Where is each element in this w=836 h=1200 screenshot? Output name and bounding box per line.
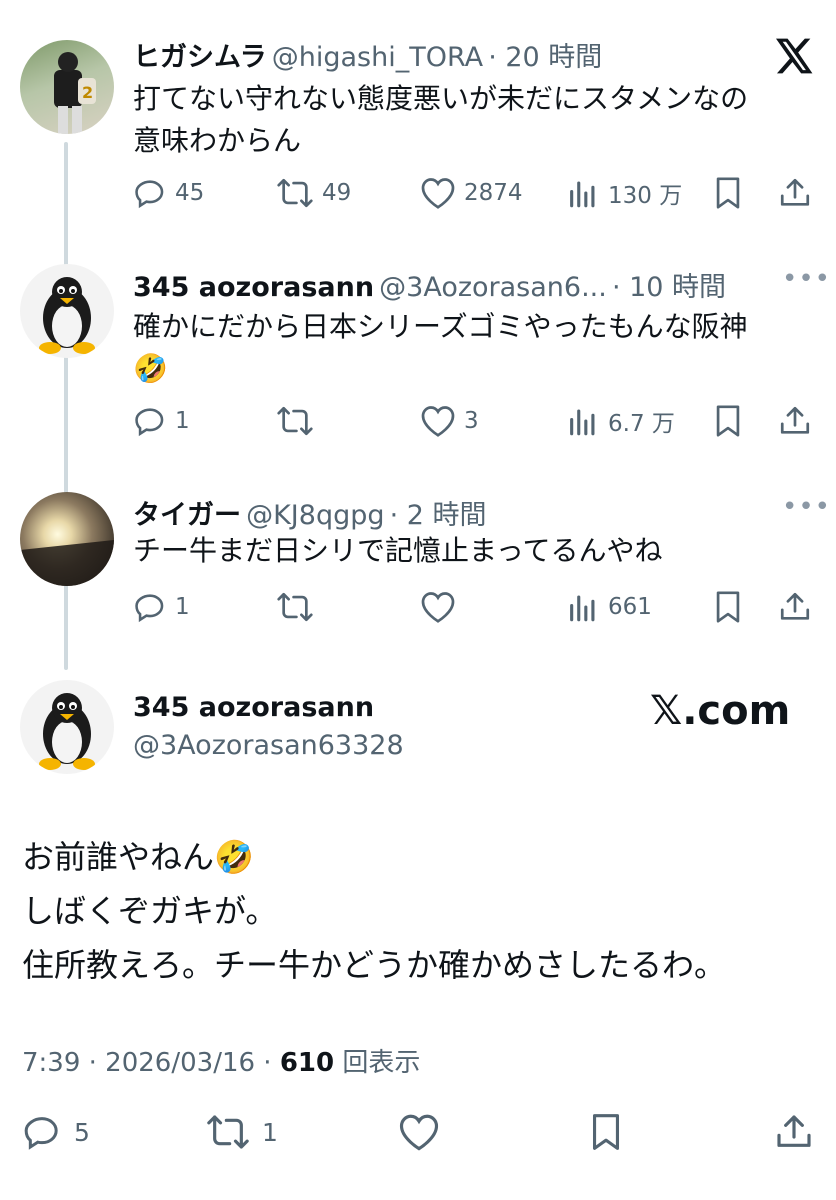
sunset-photo-image: [20, 540, 114, 586]
tweet-time[interactable]: · 20 時間: [488, 42, 602, 73]
share-button[interactable]: [778, 404, 812, 438]
share-icon: [780, 178, 810, 206]
analytics-icon: [570, 181, 595, 208]
tweet-time[interactable]: · 2 時間: [390, 500, 487, 531]
views-count: 6.7 万: [608, 411, 675, 437]
like-button[interactable]: 3: [420, 404, 479, 438]
reply-button[interactable]: 1: [133, 590, 190, 624]
analytics-icon: [570, 595, 595, 622]
x-com-watermark: 𝕏.com: [650, 688, 791, 734]
tweet-text-line: 確かにだから日本シリーズゴミやったもんな阪神: [133, 310, 748, 343]
like-button-main[interactable]: [398, 1112, 440, 1152]
main-view-label: 回表示: [334, 1048, 421, 1078]
retweet-button[interactable]: 49: [276, 176, 351, 210]
tweet-author-name[interactable]: 345 aozorasann: [133, 272, 374, 303]
more-options-icon[interactable]: •••: [782, 264, 831, 294]
tweet-author-handle[interactable]: @KJ8qgpg: [246, 500, 384, 531]
avatar-penguin[interactable]: [20, 264, 114, 358]
views-count: 130 万: [608, 183, 683, 209]
svg-text:2: 2: [82, 83, 93, 102]
bookmark-icon: [716, 405, 740, 437]
tweet-text-line: 🤣: [133, 352, 168, 385]
retweet-button-main[interactable]: 1: [206, 1112, 278, 1152]
tweet-text-line: チー牛まだ日シリで記憶止まってるんやね: [133, 534, 663, 567]
tweet-author-handle[interactable]: @3Aozorasan6...: [379, 272, 607, 303]
views-count: 661: [608, 594, 652, 620]
share-icon: [777, 1115, 811, 1147]
reply-count: 5: [74, 1117, 90, 1147]
like-button[interactable]: 2874: [420, 176, 523, 210]
main-text-line: しばくぞガキが。: [22, 892, 278, 930]
retweet-icon: [207, 1115, 249, 1149]
share-icon: [780, 406, 810, 434]
reply-count: 1: [175, 594, 190, 620]
bookmark-icon: [592, 1114, 620, 1150]
tweet-author-name[interactable]: ヒガシムラ: [133, 42, 267, 73]
heart-icon: [421, 592, 455, 623]
penguin-icon: [39, 277, 95, 354]
heart-icon: [421, 178, 455, 209]
retweet-button[interactable]: [276, 404, 314, 438]
share-icon: [780, 592, 810, 620]
share-button-main[interactable]: [774, 1112, 814, 1152]
bookmark-button[interactable]: [712, 176, 744, 210]
baseball-player-image: 2: [54, 52, 96, 134]
retweet-count: 49: [322, 180, 352, 206]
tweet-time[interactable]: · 10 時間: [612, 272, 726, 303]
retweet-button[interactable]: [276, 590, 314, 624]
bookmark-icon: [716, 177, 740, 209]
views-button[interactable]: 6.7 万: [566, 404, 675, 438]
reply-button[interactable]: 1: [133, 404, 190, 438]
avatar-tiger[interactable]: [20, 492, 114, 586]
like-button[interactable]: [420, 590, 456, 624]
thread-line: [64, 142, 68, 670]
heart-icon: [399, 1114, 439, 1151]
share-button[interactable]: [778, 590, 812, 624]
x-logo-icon[interactable]: [776, 38, 814, 78]
bookmark-icon: [716, 591, 740, 623]
bookmark-button[interactable]: [712, 404, 744, 438]
like-count: 3: [464, 408, 479, 434]
more-options-icon[interactable]: •••: [782, 492, 831, 522]
avatar-penguin-main[interactable]: [20, 680, 114, 774]
tweet-author-handle[interactable]: @higashi_TORA: [272, 42, 483, 73]
share-button[interactable]: [778, 176, 812, 210]
retweet-icon: [277, 406, 313, 436]
heart-icon: [421, 406, 455, 437]
bookmark-button[interactable]: [712, 590, 744, 624]
like-count: 2874: [464, 180, 523, 206]
reply-button-main[interactable]: 5: [22, 1112, 90, 1152]
reply-count: 1: [175, 408, 190, 434]
bookmark-button-main[interactable]: [588, 1112, 624, 1152]
retweet-icon: [277, 178, 313, 208]
tweet-text-line: 意味わからん: [133, 124, 302, 157]
retweet-count: 1: [262, 1117, 278, 1147]
main-text-line: 住所教えろ。チー牛かどうか確かめさしたるわ。: [22, 946, 727, 984]
reply-icon: [24, 1117, 58, 1150]
main-view-count: 610: [279, 1048, 335, 1078]
views-button[interactable]: 130 万: [566, 176, 682, 210]
main-timestamp[interactable]: 7:39 · 2026/03/16 ·: [22, 1048, 280, 1078]
reply-icon: [135, 180, 164, 209]
views-button[interactable]: 661: [566, 590, 652, 624]
tweet-author-name[interactable]: タイガー: [133, 500, 241, 531]
main-text-line: お前誰やねん🤣: [22, 838, 254, 876]
main-author-handle[interactable]: @3Aozorasan63328: [133, 730, 404, 761]
tweet-text-line: 打てない守れない態度悪いが未だにスタメンなの: [133, 82, 749, 115]
reply-count: 45: [175, 180, 205, 206]
avatar-higashi[interactable]: 2: [20, 40, 114, 134]
penguin-icon: [39, 693, 95, 770]
reply-icon: [135, 594, 164, 623]
main-author-name[interactable]: 345 aozorasann: [133, 692, 374, 723]
reply-button[interactable]: 45: [133, 176, 204, 210]
retweet-icon: [277, 592, 313, 622]
analytics-icon: [570, 409, 595, 436]
reply-icon: [135, 408, 164, 437]
